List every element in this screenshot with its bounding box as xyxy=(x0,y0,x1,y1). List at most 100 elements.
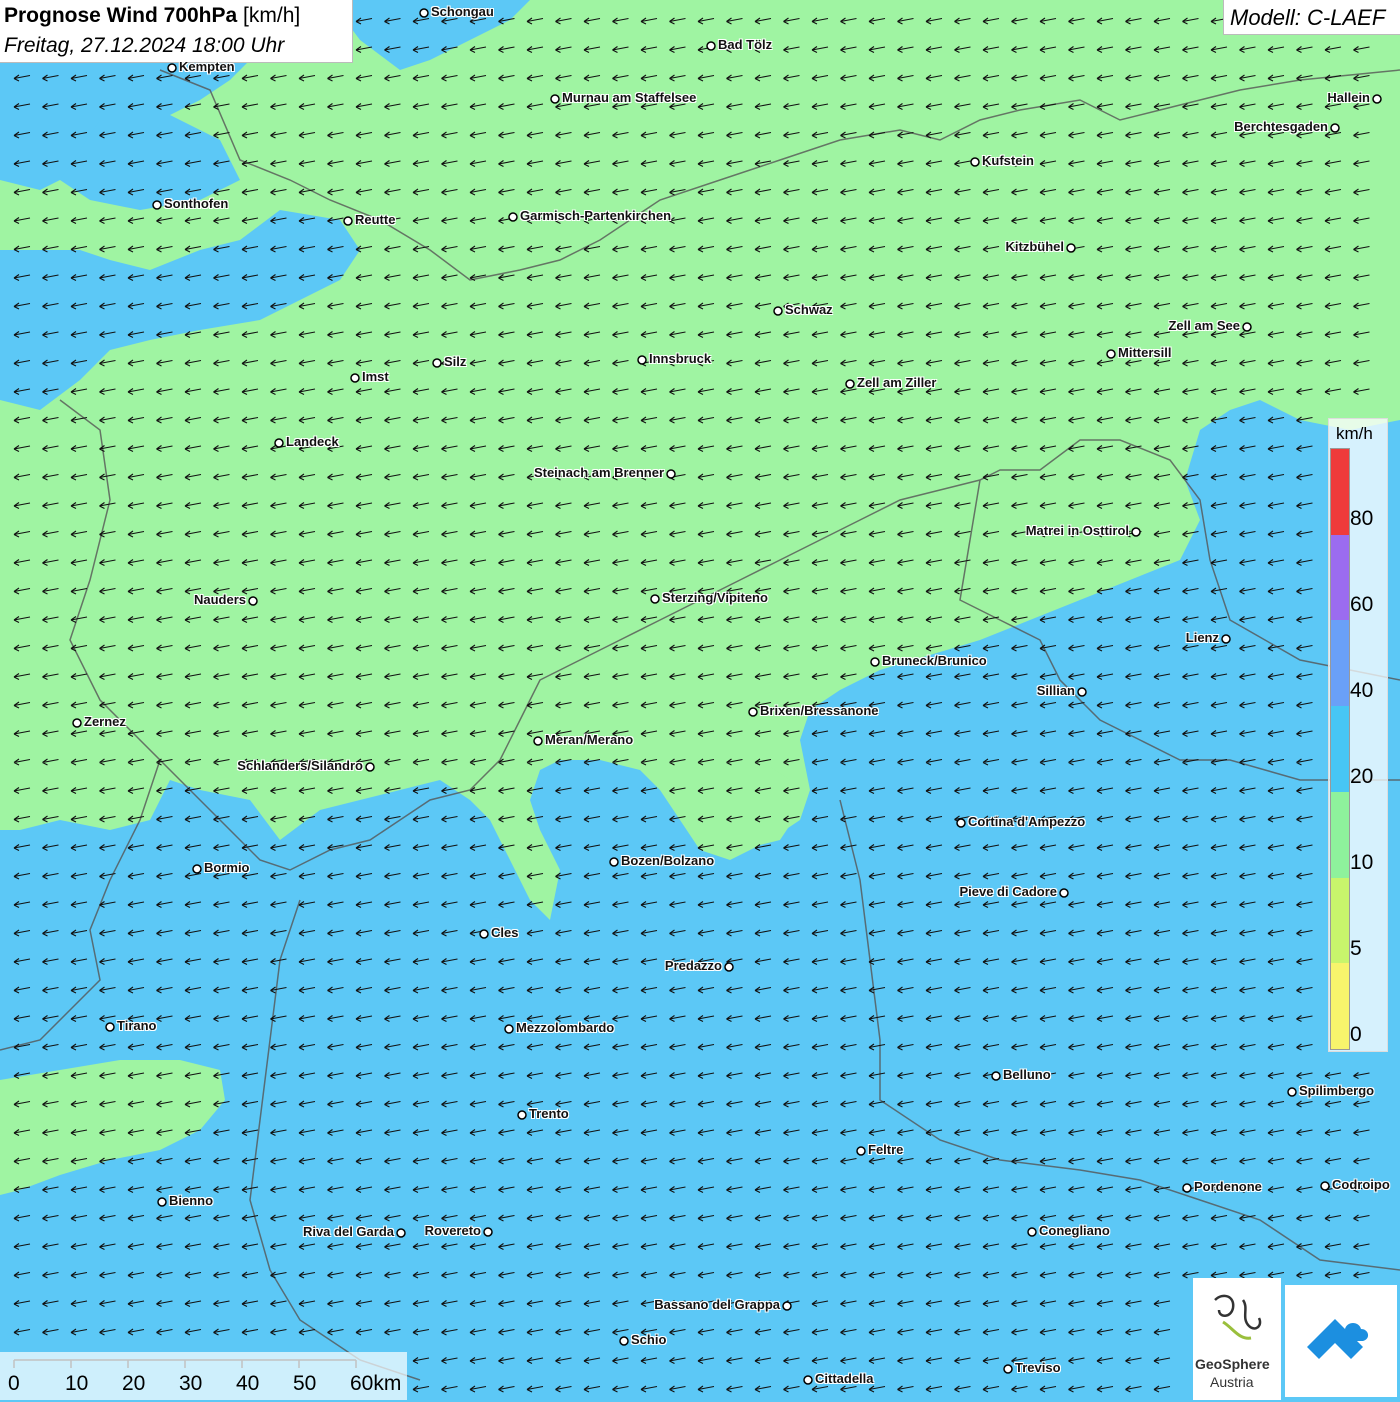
model-label: Modell: C-LAEF xyxy=(1230,5,1386,30)
city-label: Innsbruck xyxy=(649,351,712,366)
legend-label: 0 xyxy=(1350,1023,1362,1046)
city-label: Silz xyxy=(444,354,467,369)
city-label: Cles xyxy=(491,925,519,940)
city-label: Bad Tölz xyxy=(718,37,773,52)
legend-swatch xyxy=(1331,534,1349,621)
legend-label: 5 xyxy=(1350,937,1362,960)
legend-swatch xyxy=(1331,706,1349,792)
city-marker xyxy=(157,1197,167,1207)
city-label: Trento xyxy=(529,1106,569,1121)
city-marker xyxy=(1182,1183,1192,1193)
app-logo[interactable] xyxy=(1285,1285,1397,1397)
city-marker xyxy=(970,157,980,167)
city-marker xyxy=(773,306,783,316)
legend-unit: km/h xyxy=(1336,424,1373,443)
city-marker xyxy=(856,1146,866,1156)
city-label: Mezzolombardo xyxy=(516,1020,615,1035)
city-label: Matrei in Osttirol xyxy=(1025,523,1129,538)
city-label: Treviso xyxy=(1015,1360,1061,1375)
city-label: Kitzbühel xyxy=(1005,239,1065,254)
city-marker xyxy=(504,1024,514,1034)
city-marker xyxy=(350,373,360,383)
city-marker xyxy=(1242,322,1252,332)
city-label: Sillian xyxy=(1036,683,1075,698)
city-label: Cittadella xyxy=(815,1371,874,1386)
title-main: Prognose Wind 700hPa xyxy=(4,4,238,27)
legend-label: 10 xyxy=(1350,851,1374,874)
city-label: Zernez xyxy=(84,714,126,729)
city-label: Imst xyxy=(362,369,389,384)
city-label: Sterzing/Vipiteno xyxy=(662,590,768,605)
title-unit: [km/h] xyxy=(243,4,301,27)
city-marker xyxy=(1066,243,1076,253)
city-label: Schlanders/Silandro xyxy=(237,758,363,773)
city-marker xyxy=(991,1071,1001,1081)
city-marker xyxy=(637,355,647,365)
city-marker xyxy=(72,718,82,728)
city-marker xyxy=(1027,1227,1037,1237)
city-marker xyxy=(1059,888,1069,898)
city-label: Reutte xyxy=(355,212,396,227)
city-label: Zell am See xyxy=(1168,318,1240,333)
city-label: Conegliano xyxy=(1039,1223,1110,1238)
city-marker xyxy=(432,358,442,368)
city-label: Kempten xyxy=(179,59,235,74)
city-marker xyxy=(609,857,619,867)
mountain-cloud-icon xyxy=(1307,1319,1369,1359)
city-label: Pordenone xyxy=(1194,1179,1262,1194)
city-marker xyxy=(192,864,202,874)
city-marker xyxy=(650,594,660,604)
scale-label: 30 xyxy=(179,1372,203,1395)
scale-label: 10 xyxy=(65,1372,89,1395)
city-marker xyxy=(1372,94,1382,104)
city-label: Garmisch-Partenkirchen xyxy=(520,208,672,223)
city-label: Predazzo xyxy=(664,958,722,973)
legend-color-bar xyxy=(1330,448,1350,1050)
city-label: Bassano del Grappa xyxy=(654,1297,780,1312)
logo-name-1: GeoSphere xyxy=(1195,1356,1270,1372)
city-label: Schongau xyxy=(431,4,494,19)
scale-label: 60km xyxy=(350,1372,402,1395)
city-label: Tirano xyxy=(117,1018,157,1033)
city-marker xyxy=(167,63,177,73)
city-marker xyxy=(274,438,284,448)
city-marker xyxy=(479,929,489,939)
city-marker xyxy=(396,1228,406,1238)
city-label: Codroipo xyxy=(1332,1177,1390,1192)
legend-label: 20 xyxy=(1350,765,1374,788)
city-marker xyxy=(419,8,429,18)
city-label: Bozen/Bolzano xyxy=(621,853,715,868)
city-label: Kufstein xyxy=(982,153,1034,168)
city-label: Bormio xyxy=(204,860,250,875)
city-marker xyxy=(803,1375,813,1385)
legend-swatch xyxy=(1331,620,1349,707)
city-marker xyxy=(1287,1087,1297,1097)
geosphere-swirl-icon xyxy=(1214,1294,1262,1340)
city-label: Belluno xyxy=(1003,1067,1051,1082)
city-label: Schwaz xyxy=(785,302,833,317)
city-marker xyxy=(550,94,560,104)
city-label: Bruneck/Brunico xyxy=(882,653,987,668)
city-label: Feltre xyxy=(868,1142,904,1157)
legend-swatch xyxy=(1331,877,1349,964)
city-marker xyxy=(517,1110,527,1120)
city-marker xyxy=(365,762,375,772)
city-marker xyxy=(1106,349,1116,359)
map-title: Prognose Wind 700hPa [km/h] xyxy=(4,4,300,28)
city-label: Bienno xyxy=(169,1193,214,1208)
city-marker xyxy=(105,1022,115,1032)
scale-label: 40 xyxy=(236,1372,260,1395)
city-label: Nauders xyxy=(193,592,246,607)
city-marker xyxy=(724,962,734,972)
legend-label: 80 xyxy=(1350,507,1374,530)
city-label: Landeck xyxy=(286,434,339,449)
city-label: Rovereto xyxy=(424,1223,481,1238)
forecast-datetime: Freitag, 27.12.2024 18:00 Uhr xyxy=(4,34,285,57)
city-label: Meran/Merano xyxy=(545,732,634,747)
city-marker xyxy=(1077,687,1087,697)
city-label: Berchtesgaden xyxy=(1234,119,1328,134)
city-marker xyxy=(483,1227,493,1237)
model-box: Modell: C-LAEF xyxy=(1223,0,1400,35)
city-label: Schio xyxy=(631,1332,667,1347)
city-marker xyxy=(1330,123,1340,133)
